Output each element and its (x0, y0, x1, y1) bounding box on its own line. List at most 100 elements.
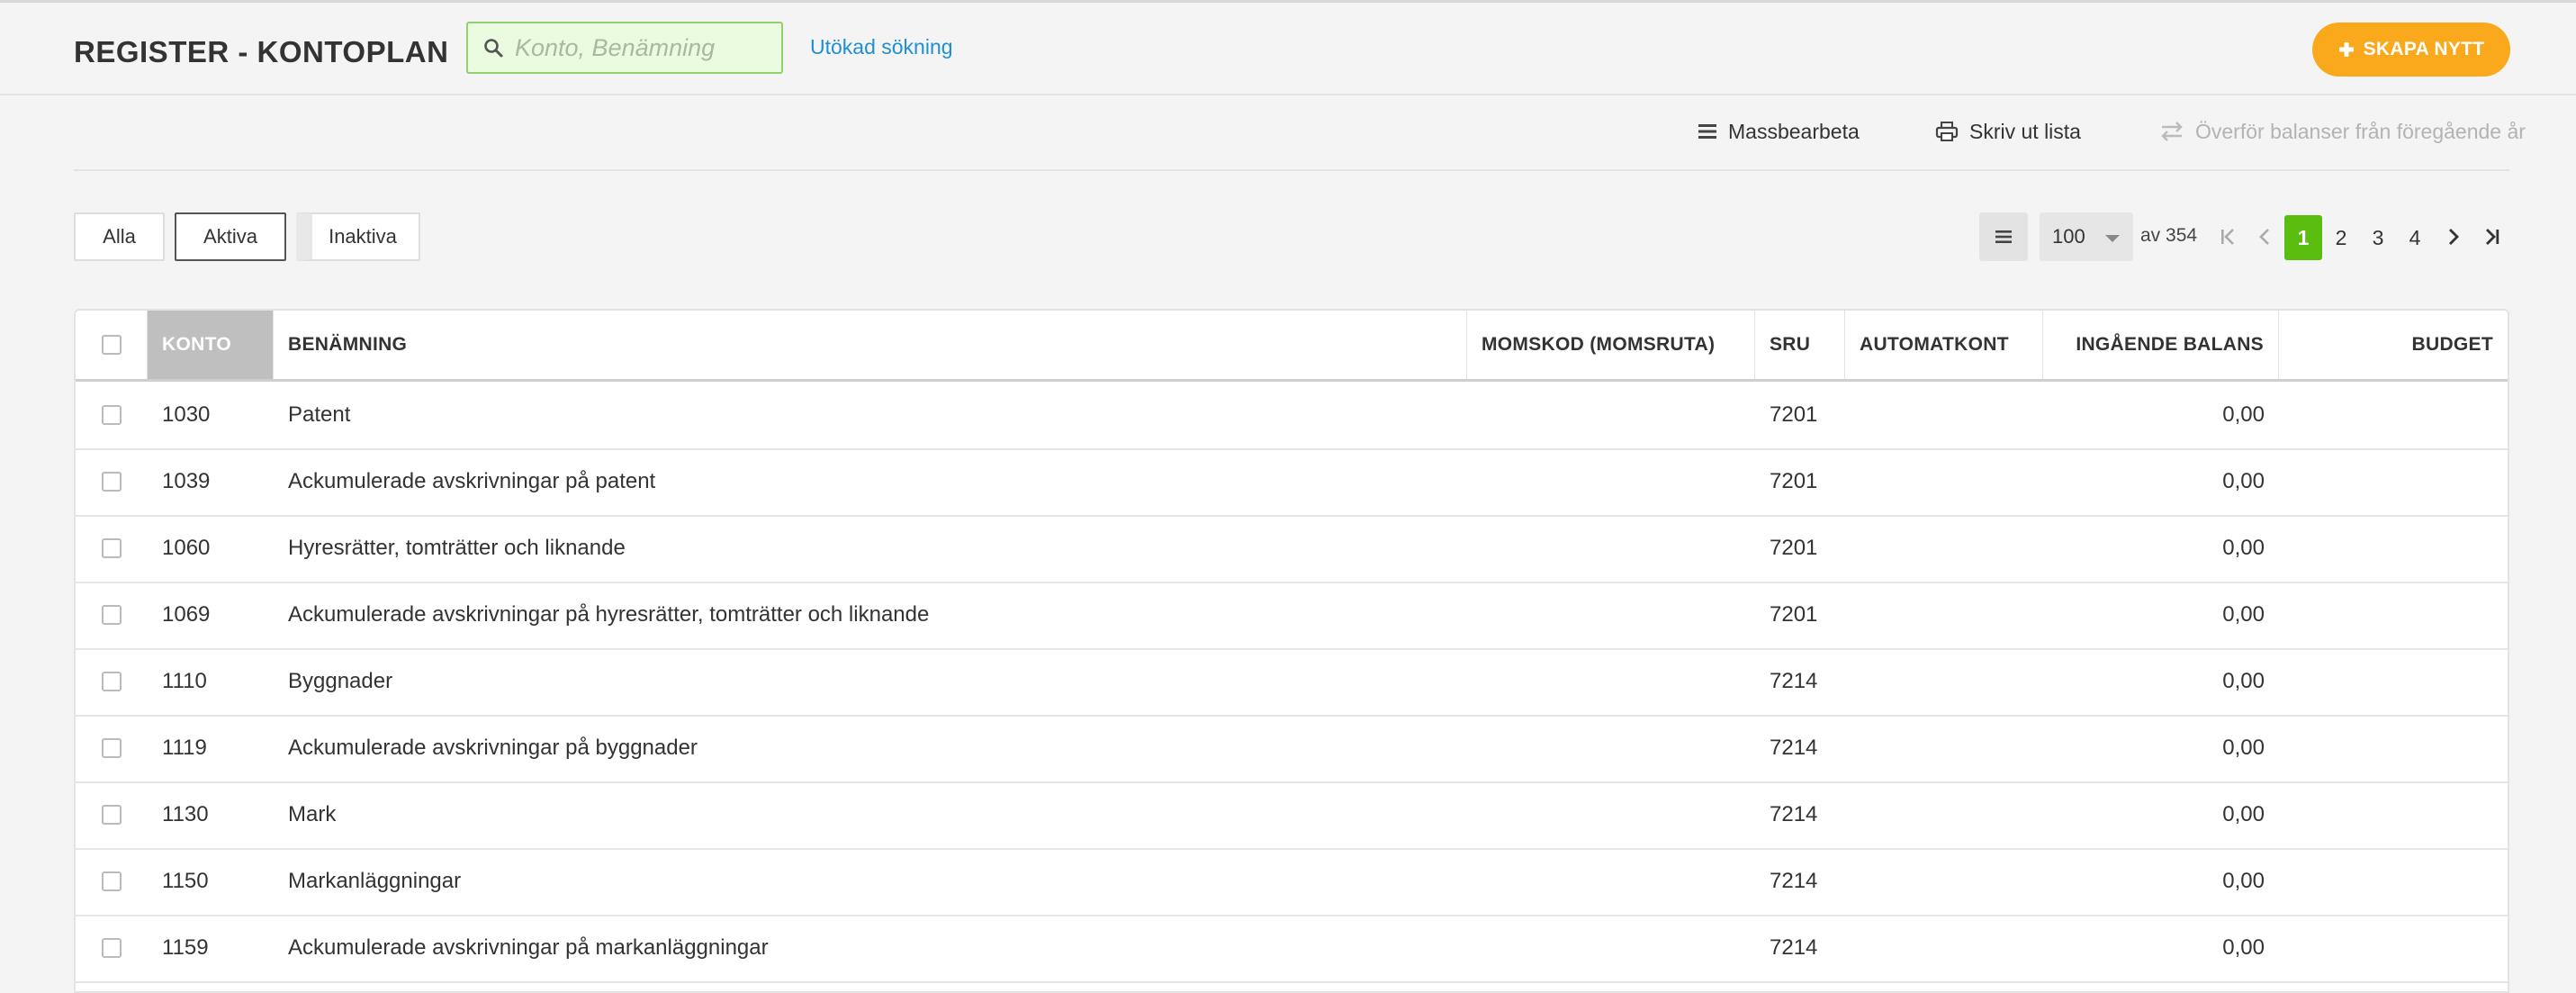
print-list-label: Skriv ut lista (1969, 119, 2081, 143)
cell-sru: 7214 (1770, 802, 1818, 826)
row-select-cell (76, 781, 148, 848)
table-row[interactable]: 1119 Ackumulerade avskrivningar på byggna… (76, 715, 2508, 783)
create-new-button[interactable]: SKAPA NYTT (2312, 23, 2510, 77)
select-all-checkbox[interactable] (101, 335, 122, 355)
table-row[interactable]: 1030 Patent 7201 0,00 (76, 382, 2508, 450)
cell-benamning: Ackumulerade avskrivningar på byggnader (288, 736, 698, 760)
advanced-search-link[interactable]: Utökad sökning (810, 35, 953, 59)
row-checkbox[interactable] (102, 605, 122, 625)
column-header-benamning[interactable]: BENÄMNING (274, 311, 1467, 379)
table-row[interactable]: 1039 Ackumulerade avskrivningar på patent… (76, 448, 2508, 517)
row-checkbox[interactable] (102, 472, 122, 492)
cell-momskod (1482, 915, 1755, 981)
cell-budget (2279, 781, 2493, 848)
page-2-button[interactable]: 2 (2322, 215, 2360, 260)
row-select-cell (76, 582, 148, 648)
filter-inactive-button[interactable]: Inaktiva (296, 212, 420, 261)
column-header-budget[interactable]: BUDGET (2279, 311, 2508, 379)
cell-ingaende-balans: 0,00 (2222, 802, 2265, 826)
row-checkbox[interactable] (102, 805, 122, 825)
row-select-cell (76, 715, 148, 781)
cell-benamning: Ackumulerade avskrivningar på patent (288, 469, 656, 493)
row-select-cell (76, 915, 148, 981)
cell-automatkont (1860, 448, 2043, 515)
cell-konto: 1150 (162, 869, 209, 893)
transfer-balances-button[interactable]: Överför balanser från föregående år (2159, 117, 2526, 146)
cell-benamning: Ackumulerade avskrivningar på markanlägg… (288, 935, 769, 960)
row-checkbox[interactable] (102, 538, 122, 558)
printer-icon (1935, 122, 1959, 141)
cell-momskod (1482, 848, 1755, 915)
page-size-select[interactable]: 100 (2040, 212, 2133, 261)
print-list-button[interactable]: Skriv ut lista (1935, 117, 2081, 146)
cell-momskod (1482, 582, 1755, 648)
last-page-icon[interactable] (2481, 225, 2504, 248)
select-all-cell (76, 311, 148, 379)
first-page-icon[interactable] (2216, 225, 2239, 248)
cell-automatkont (1860, 715, 2043, 781)
cell-budget (2279, 848, 2493, 915)
column-header-automatkont[interactable]: AUTOMATKONT (1845, 311, 2043, 379)
cell-momskod (1482, 382, 1755, 448)
filter-active-button[interactable]: Aktiva (175, 212, 286, 261)
mass-edit-button[interactable]: Massbearbeta (1698, 117, 1860, 146)
page-3-button[interactable]: 3 (2359, 215, 2397, 260)
row-checkbox[interactable] (102, 938, 122, 958)
cell-sru: 7214 (1770, 669, 1818, 693)
cell-benamning: Byggnader (288, 669, 393, 693)
column-header-konto[interactable]: KONTO (148, 311, 274, 379)
search-box[interactable] (466, 22, 783, 74)
cell-ingaende-balans: 0,00 (2222, 736, 2265, 760)
cell-automatkont (1860, 781, 2043, 848)
column-header-ingaende-balans[interactable]: INGÅENDE BALANS (2043, 311, 2279, 379)
cell-sru: 7214 (1770, 736, 1818, 760)
page-title: REGISTER - KONTOPLAN (74, 35, 449, 68)
cell-budget (2279, 915, 2493, 981)
menu-icon (1698, 124, 1716, 139)
table-row[interactable]: 1069 Ackumulerade avskrivningar på hyresr… (76, 582, 2508, 650)
cell-momskod (1482, 648, 1755, 715)
row-select-cell (76, 648, 148, 715)
cell-konto: 1110 (162, 669, 207, 693)
page-4-button[interactable]: 4 (2396, 215, 2434, 260)
column-header-sru[interactable]: SRU (1755, 311, 1845, 379)
row-checkbox[interactable] (102, 405, 122, 425)
cell-ingaende-balans: 0,00 (2222, 602, 2265, 627)
table-row[interactable]: 1159 Ackumulerade avskrivningar på markan… (76, 915, 2508, 983)
cell-automatkont (1860, 515, 2043, 582)
list-icon (1995, 230, 2012, 243)
row-checkbox[interactable] (102, 672, 122, 691)
table-row[interactable]: 1110 Byggnader 7214 0,00 (76, 648, 2508, 717)
cell-sru: 7214 (1770, 935, 1818, 960)
row-checkbox[interactable] (102, 738, 122, 758)
cell-sru: 7201 (1770, 602, 1818, 627)
cell-budget (2279, 515, 2493, 582)
cell-automatkont (1860, 382, 2043, 448)
row-select-cell (76, 515, 148, 582)
cell-sru: 7201 (1770, 536, 1818, 560)
column-header-momskod[interactable]: MOMSKOD (MOMSRUTA) (1467, 311, 1755, 379)
table-row[interactable]: 1130 Mark 7214 0,00 (76, 781, 2508, 850)
page-size-value: 100 (2052, 225, 2085, 248)
cell-konto: 1119 (162, 736, 207, 760)
cell-ingaende-balans: 0,00 (2222, 402, 2265, 427)
cell-budget (2279, 715, 2493, 781)
cell-ingaende-balans: 0,00 (2222, 469, 2265, 493)
list-view-button[interactable] (1979, 212, 2028, 261)
search-input[interactable] (515, 23, 776, 72)
transfer-balances-label: Överför balanser från föregående år (2195, 119, 2526, 143)
page-1-button[interactable]: 1 (2284, 215, 2322, 260)
page-header: REGISTER - KONTOPLAN Utökad sökning SKAP… (0, 3, 2576, 95)
table-row[interactable]: 1060 Hyresrätter, tomträtter och liknande… (76, 515, 2508, 583)
prev-page-icon[interactable] (2253, 225, 2276, 248)
row-select-cell (76, 382, 148, 448)
next-page-icon[interactable] (2442, 225, 2465, 248)
table-row[interactable]: 1150 Markanläggningar 7214 0,00 (76, 848, 2508, 916)
filter-all-button[interactable]: Alla (74, 212, 165, 261)
row-checkbox[interactable] (102, 871, 122, 891)
toolbar: Massbearbeta Skriv ut lista Överför bala… (74, 94, 2526, 171)
row-select-cell (76, 848, 148, 915)
cell-konto: 1130 (162, 802, 209, 826)
cell-konto: 1069 (162, 602, 211, 627)
cell-ingaende-balans: 0,00 (2222, 669, 2265, 693)
